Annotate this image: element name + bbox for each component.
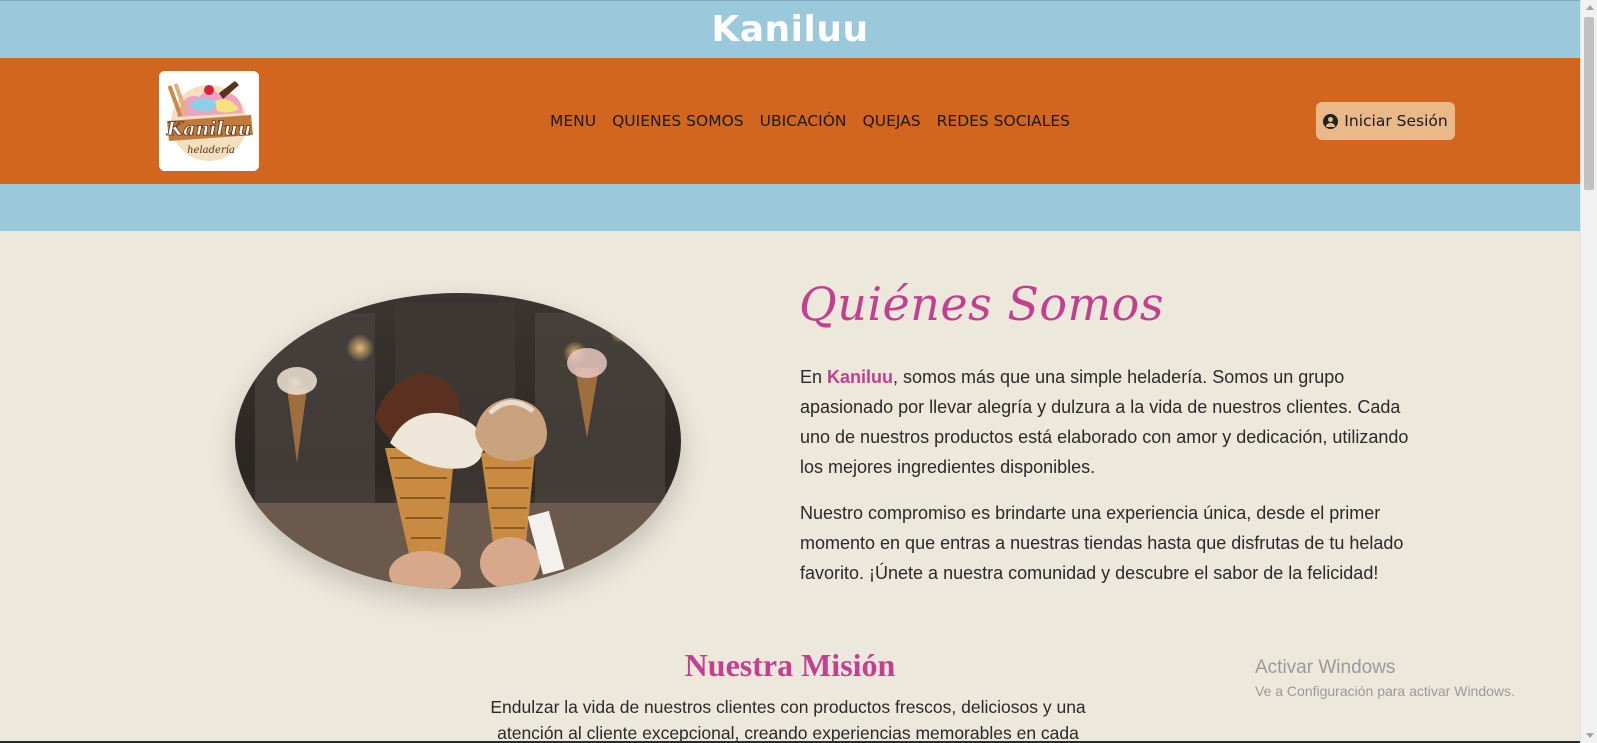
site-brand-title[interactable]: Kaniluu xyxy=(711,9,868,50)
login-button[interactable]: Iniciar Sesión xyxy=(1316,102,1455,140)
nav-link-quienes-somos[interactable]: QUIENES SOMOS xyxy=(612,112,744,130)
about-title: Quiénes Somos xyxy=(799,277,1164,331)
ice-cream-cones-photo xyxy=(235,293,681,589)
logo-subtext: heladería xyxy=(187,145,235,156)
nav-link-redes-sociales[interactable]: REDES SOCIALES xyxy=(937,112,1070,130)
nav-link-ubicacion[interactable]: UBICACIÓN xyxy=(760,112,847,130)
nav-link-menu[interactable]: MENU xyxy=(550,112,596,130)
about-paragraph-1: En Kaniluu, somos más que una simple hel… xyxy=(800,362,1420,482)
about-paragraph-2: Nuestro compromiso es brindarte una expe… xyxy=(800,503,1404,583)
login-button-label: Iniciar Sesión xyxy=(1344,112,1448,130)
nav-link-quejas[interactable]: QUEJAS xyxy=(863,112,921,130)
windows-activation-watermark: Activar Windows Ve a Configuración para … xyxy=(1255,657,1515,699)
nav-links: MENU QUIENES SOMOS UBICACIÓN QUEJAS REDE… xyxy=(550,58,1070,184)
user-circle-icon xyxy=(1323,113,1339,129)
header-blue-band xyxy=(0,184,1580,231)
watermark-subtitle: Ve a Configuración para activar Windows. xyxy=(1255,683,1515,699)
watermark-title: Activar Windows xyxy=(1255,657,1396,678)
main-navbar: Kaniluu heladería MENU QUIENES SOMOS UBI… xyxy=(0,58,1580,184)
about-brand-name: Kaniluu xyxy=(827,367,894,387)
logo-graphic: Kaniluu heladería xyxy=(159,71,259,171)
scrollbar-thumb[interactable] xyxy=(1584,17,1594,190)
kaniluu-logo[interactable]: Kaniluu heladería xyxy=(159,71,259,171)
ice-cream-photo-graphic xyxy=(235,293,681,589)
site-header: Kaniluu xyxy=(0,0,1580,58)
scroll-down-arrow-icon[interactable] xyxy=(1586,733,1594,738)
about-p1-prefix: En xyxy=(800,367,828,387)
mission-text: Endulzar la vida de nuestros clientes co… xyxy=(490,697,1086,743)
page-scrollbar[interactable] xyxy=(1580,0,1597,743)
logo-wordmark: Kaniluu xyxy=(166,118,252,140)
scroll-up-arrow-icon[interactable] xyxy=(1586,5,1594,10)
